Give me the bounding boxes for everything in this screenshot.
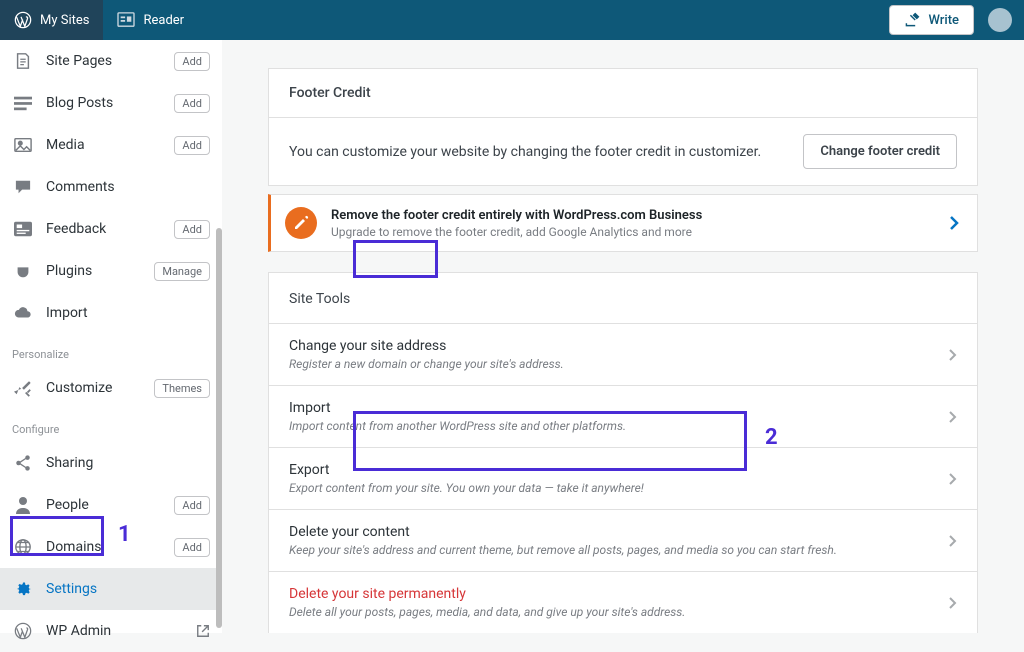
tool-change-address[interactable]: Change your site address Register a new … bbox=[269, 324, 977, 385]
site-tools-card: Site Tools Change your site address Regi… bbox=[268, 272, 978, 633]
themes-button[interactable]: Themes bbox=[154, 379, 210, 398]
write-icon bbox=[904, 12, 920, 28]
annotation-number-2: 2 bbox=[765, 425, 778, 450]
external-link-icon bbox=[196, 624, 210, 638]
domains-icon bbox=[12, 536, 34, 558]
sidebar-item-site-pages[interactable]: Site Pages Add bbox=[0, 40, 222, 82]
add-media-button[interactable]: Add bbox=[174, 136, 210, 155]
chevron-right-icon bbox=[949, 215, 959, 231]
write-button[interactable]: Write bbox=[889, 5, 974, 35]
sharing-icon bbox=[12, 452, 34, 474]
sidebar-heading-configure: Configure bbox=[0, 409, 222, 442]
sidebar-item-comments[interactable]: Comments bbox=[0, 166, 222, 208]
sidebar-item-people[interactable]: People Add bbox=[0, 484, 222, 526]
sidebar-item-media[interactable]: Media Add bbox=[0, 124, 222, 166]
add-post-button[interactable]: Add bbox=[174, 94, 210, 113]
footer-credit-desc: You can customize your website by changi… bbox=[289, 144, 783, 160]
chevron-right-icon bbox=[948, 348, 957, 362]
plugin-icon bbox=[12, 260, 34, 282]
chevron-right-icon bbox=[948, 534, 957, 548]
sidebar-item-feedback[interactable]: Feedback Add bbox=[0, 208, 222, 250]
import-icon bbox=[12, 302, 34, 324]
sidebar: Site Pages Add Blog Posts Add Media Add … bbox=[0, 40, 222, 633]
add-feedback-button[interactable]: Add bbox=[174, 220, 210, 239]
posts-icon bbox=[12, 92, 34, 114]
tool-delete-content[interactable]: Delete your content Keep your site's add… bbox=[269, 509, 977, 571]
nav-my-sites[interactable]: My Sites bbox=[0, 0, 103, 40]
content-area: Footer Credit You can customize your web… bbox=[222, 40, 1024, 633]
nav-reader[interactable]: Reader bbox=[103, 0, 198, 40]
gear-icon bbox=[12, 578, 34, 600]
tool-export[interactable]: Export Export content from your site. Yo… bbox=[269, 447, 977, 509]
topbar: My Sites Reader Write bbox=[0, 0, 1024, 40]
sidebar-item-domains[interactable]: Domains Add bbox=[0, 526, 222, 568]
upsell-icon bbox=[285, 207, 317, 239]
change-footer-credit-button[interactable]: Change footer credit bbox=[803, 134, 957, 169]
user-avatar[interactable] bbox=[988, 8, 1012, 32]
add-people-button[interactable]: Add bbox=[174, 496, 210, 515]
chevron-right-icon bbox=[948, 410, 957, 424]
comments-icon bbox=[12, 176, 34, 198]
chevron-right-icon bbox=[948, 596, 957, 610]
site-tools-header: Site Tools bbox=[269, 273, 977, 324]
sidebar-item-blog-posts[interactable]: Blog Posts Add bbox=[0, 82, 222, 124]
reader-icon bbox=[117, 12, 135, 28]
nav-reader-label: Reader bbox=[143, 13, 184, 28]
sidebar-item-customize[interactable]: Customize Themes bbox=[0, 367, 222, 409]
sidebar-heading-personalize: Personalize bbox=[0, 334, 222, 367]
tool-import[interactable]: Import Import content from another WordP… bbox=[269, 385, 977, 447]
wordpress-icon bbox=[12, 620, 34, 642]
sidebar-item-import[interactable]: Import bbox=[0, 292, 222, 334]
sidebar-item-settings[interactable]: Settings bbox=[0, 568, 222, 610]
chevron-right-icon bbox=[948, 472, 957, 486]
sidebar-item-wp-admin[interactable]: WP Admin bbox=[0, 610, 222, 652]
footer-credit-header: Footer Credit bbox=[269, 69, 977, 118]
footer-credit-card: Footer Credit You can customize your web… bbox=[268, 68, 978, 186]
feedback-icon bbox=[12, 218, 34, 240]
add-page-button[interactable]: Add bbox=[174, 52, 210, 71]
people-icon bbox=[12, 494, 34, 516]
tool-delete-site[interactable]: Delete your site permanently Delete all … bbox=[269, 571, 977, 633]
annotation-number-1: 1 bbox=[118, 522, 131, 547]
nav-my-sites-label: My Sites bbox=[40, 13, 89, 28]
sidebar-item-sharing[interactable]: Sharing bbox=[0, 442, 222, 484]
media-icon bbox=[12, 134, 34, 156]
upsell-banner[interactable]: Remove the footer credit entirely with W… bbox=[268, 194, 978, 252]
wordpress-logo-icon bbox=[14, 11, 32, 29]
page-icon bbox=[12, 50, 34, 72]
sidebar-item-plugins[interactable]: Plugins Manage bbox=[0, 250, 222, 292]
upsell-title: Remove the footer credit entirely with W… bbox=[331, 208, 935, 223]
add-domain-button[interactable]: Add bbox=[174, 538, 210, 557]
upsell-subtitle: Upgrade to remove the footer credit, add… bbox=[331, 225, 935, 239]
customize-icon bbox=[12, 377, 34, 399]
manage-plugins-button[interactable]: Manage bbox=[154, 262, 210, 281]
